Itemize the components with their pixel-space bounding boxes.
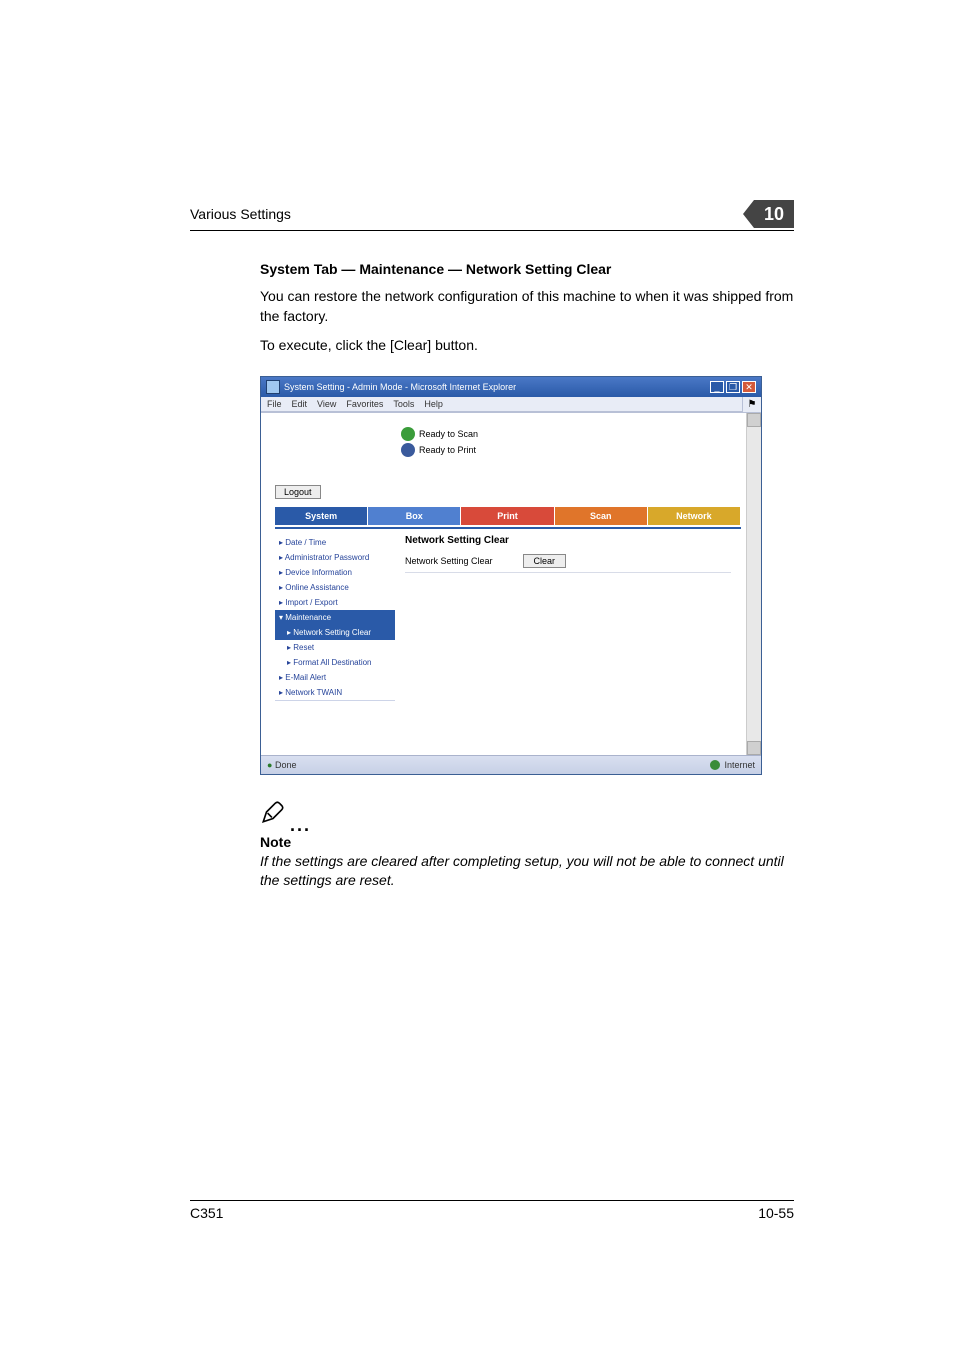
main-tabs: System Box Print Scan Network (275, 507, 741, 525)
browser-status-bar: ● Done Internet (261, 755, 761, 774)
tab-box[interactable]: Box (368, 507, 461, 525)
ie-throbber-icon: ⚑ (742, 397, 761, 412)
device-status-area: Ready to Scan Ready to Print (261, 413, 761, 485)
tab-scan[interactable]: Scan (555, 507, 648, 525)
window-minimize-button[interactable]: _ (710, 381, 724, 393)
menu-file[interactable]: File (267, 399, 282, 409)
sidebar-item-email-alert[interactable]: ▸ E-Mail Alert (275, 670, 395, 685)
panel-row-label: Network Setting Clear (405, 556, 493, 566)
status-zone: Internet (710, 760, 755, 770)
status-ready-scan: Ready to Scan (419, 429, 478, 439)
tab-network[interactable]: Network (648, 507, 741, 525)
note-ellipsis-icon: ... (290, 820, 311, 830)
tab-print[interactable]: Print (461, 507, 554, 525)
sidebar-item-network-twain[interactable]: ▸ Network TWAIN (275, 685, 395, 700)
section-heading: System Tab — Maintenance — Network Setti… (260, 261, 794, 277)
globe-icon (710, 760, 720, 770)
status-done: ● Done (267, 760, 296, 770)
clear-button[interactable]: Clear (523, 554, 567, 568)
sidebar-item-maintenance[interactable]: ▾ Maintenance (275, 610, 395, 625)
status-ready-scan-icon (401, 427, 415, 441)
tab-underline (275, 527, 741, 529)
note-text: If the settings are cleared after comple… (260, 852, 794, 891)
content-panel: Network Setting Clear Network Setting Cl… (395, 535, 741, 735)
panel-title: Network Setting Clear (405, 535, 731, 546)
menu-tools[interactable]: Tools (393, 399, 414, 409)
status-ready-print: Ready to Print (419, 445, 476, 455)
menu-favorites[interactable]: Favorites (346, 399, 383, 409)
footer-page-number: 10-55 (758, 1205, 794, 1221)
body-paragraph-1: You can restore the network configuratio… (260, 287, 794, 326)
window-title: System Setting - Admin Mode - Microsoft … (284, 382, 516, 392)
sidebar-subitem-network-setting-clear[interactable]: ▸ Network Setting Clear (275, 625, 395, 640)
scroll-down-button[interactable] (747, 741, 761, 755)
menu-help[interactable]: Help (424, 399, 443, 409)
ie-app-icon (266, 380, 280, 394)
sidebar-subitem-format-all[interactable]: ▸ Format All Destination (275, 655, 395, 670)
note-pen-icon (260, 799, 286, 830)
menu-view[interactable]: View (317, 399, 336, 409)
sidebar-item-datetime[interactable]: ▸ Date / Time (275, 535, 395, 550)
sidebar-item-device-info[interactable]: ▸ Device Information (275, 565, 395, 580)
sidebar-item-online-assist[interactable]: ▸ Online Assistance (275, 580, 395, 595)
window-title-bar: System Setting - Admin Mode - Microsoft … (261, 377, 761, 397)
window-maximize-button[interactable]: ❐ (726, 381, 740, 393)
scroll-up-button[interactable] (747, 413, 761, 427)
sidebar-item-import-export[interactable]: ▸ Import / Export (275, 595, 395, 610)
status-ready-print-icon (401, 443, 415, 457)
running-header: Various Settings (190, 206, 291, 222)
tab-system[interactable]: System (275, 507, 368, 525)
footer-model: C351 (190, 1205, 223, 1221)
window-close-button[interactable]: ✕ (742, 381, 756, 393)
logout-button[interactable]: Logout (275, 485, 321, 499)
sidebar-item-admin-password[interactable]: ▸ Administrator Password (275, 550, 395, 565)
chapter-number-badge: 10 (754, 200, 794, 228)
note-label: Note (260, 834, 794, 850)
body-paragraph-2: To execute, click the [Clear] button. (260, 336, 794, 356)
vertical-scrollbar[interactable] (746, 413, 761, 755)
chapter-number: 10 (764, 204, 784, 225)
menu-edit[interactable]: Edit (292, 399, 308, 409)
sidebar-nav: ▸ Date / Time ▸ Administrator Password ▸… (275, 535, 395, 735)
browser-window: System Setting - Admin Mode - Microsoft … (260, 376, 762, 775)
sidebar-subitem-reset[interactable]: ▸ Reset (275, 640, 395, 655)
